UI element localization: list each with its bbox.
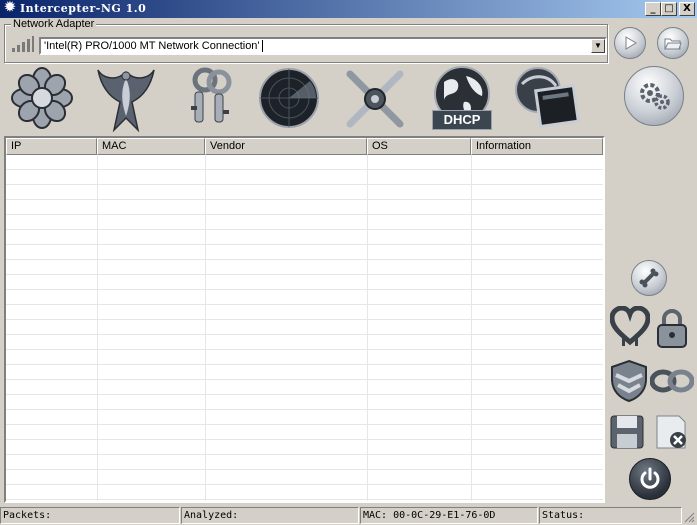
settings-button[interactable]	[624, 66, 684, 126]
keys-button[interactable]	[185, 66, 249, 130]
window-title: Intercepter-NG 1.0	[20, 2, 147, 15]
flower-mode-button[interactable]	[10, 66, 74, 130]
clear-list-button[interactable]	[653, 414, 689, 450]
column-header-information[interactable]: Information	[471, 138, 603, 155]
clear-list-icon	[656, 415, 686, 449]
shield-icon	[611, 359, 647, 403]
column-divider	[205, 155, 206, 501]
status-packets: Packets:	[0, 507, 180, 524]
radar-icon	[259, 68, 319, 128]
column-header-mac[interactable]: MAC	[97, 138, 205, 155]
column-divider	[603, 155, 604, 501]
chain-icon	[649, 369, 695, 393]
padlock-button[interactable]	[655, 308, 689, 350]
phoenix-icon	[97, 69, 155, 133]
network-terminal-icon	[515, 67, 581, 129]
title-bar: ✹ Intercepter-NG 1.0 _ □ X	[0, 0, 697, 18]
network-terminal-button[interactable]	[512, 66, 581, 130]
save-disk-icon	[610, 415, 644, 449]
chain-button[interactable]	[649, 366, 695, 396]
heartbleed-button[interactable]	[609, 305, 651, 348]
adapter-select[interactable]: 'Intel(R) PRO/1000 MT Network Connection…	[39, 37, 607, 55]
maximize-button[interactable]: □	[661, 2, 677, 16]
dropdown-arrow-icon[interactable]: ▼	[591, 39, 605, 53]
column-header-os[interactable]: OS	[367, 138, 471, 155]
phoenix-mode-button[interactable]	[94, 64, 158, 134]
crossed-swords-icon	[346, 70, 404, 128]
signal-strength-icon	[12, 36, 34, 52]
padlock-icon	[657, 309, 687, 348]
bone-button[interactable]	[631, 260, 667, 296]
network-adapter-label: Network Adapter	[11, 18, 97, 30]
resize-grip-icon[interactable]	[683, 511, 695, 523]
status-mac: MAC: 00-0C-29-E1-76-0D	[360, 507, 538, 524]
open-button[interactable]	[657, 27, 689, 59]
dhcp-label: DHCP	[432, 110, 492, 130]
start-button[interactable]	[614, 27, 646, 59]
keys-icon	[191, 67, 232, 123]
flower-icon	[11, 67, 73, 129]
bone-icon	[639, 268, 659, 288]
table-body[interactable]	[6, 155, 603, 501]
power-icon	[640, 467, 660, 489]
crossed-swords-button[interactable]	[344, 68, 406, 130]
power-button[interactable]	[629, 458, 671, 500]
column-divider	[97, 155, 98, 501]
shield-button[interactable]	[610, 359, 648, 403]
heartbleed-icon	[609, 305, 651, 346]
hosts-table[interactable]: IP MAC Vendor OS Information	[4, 136, 605, 503]
play-icon	[625, 36, 637, 50]
settings-gears-icon	[640, 83, 670, 110]
column-divider	[471, 155, 472, 501]
status-analyzed: Analyzed:	[181, 507, 359, 524]
app-gear-icon[interactable]: ✹	[3, 1, 17, 15]
network-adapter-group: Network Adapter 'Intel(R) PRO/1000 MT Ne…	[4, 18, 608, 63]
minimize-button[interactable]: _	[645, 2, 661, 16]
dhcp-button[interactable]: DHCP	[430, 66, 494, 132]
column-divider	[367, 155, 368, 501]
radar-button[interactable]	[258, 67, 320, 129]
folder-icon	[664, 38, 682, 50]
status-state: Status:	[539, 507, 682, 524]
column-header-vendor[interactable]: Vendor	[205, 138, 367, 155]
status-bar: Packets: Analyzed: MAC: 00-0C-29-E1-76-0…	[0, 505, 697, 525]
adapter-select-value: 'Intel(R) PRO/1000 MT Network Connection…	[44, 40, 260, 52]
save-button[interactable]	[609, 414, 645, 450]
close-button[interactable]: X	[679, 2, 695, 16]
column-header-ip[interactable]: IP	[6, 138, 97, 155]
table-header: IP MAC Vendor OS Information	[6, 138, 603, 155]
